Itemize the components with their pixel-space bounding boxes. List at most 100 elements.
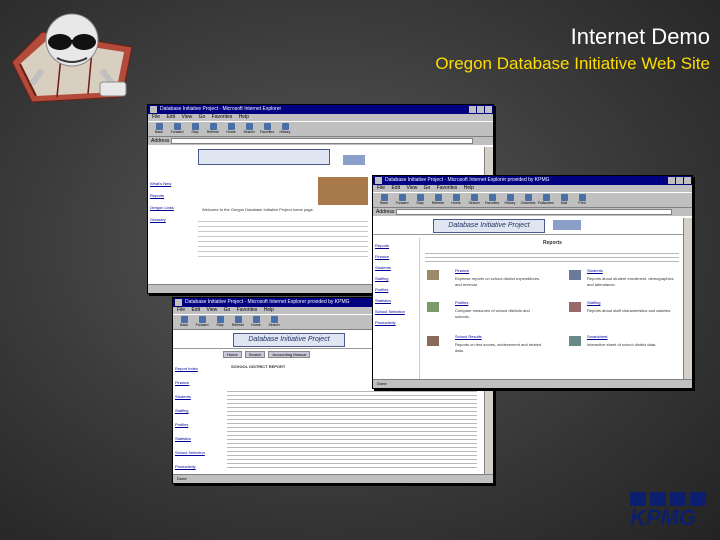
sidebar-item-students[interactable]: Students (375, 265, 417, 271)
sidebar-item-profiles[interactable]: Profiles (175, 422, 217, 428)
school-results-icon (427, 336, 439, 346)
menu-view[interactable]: View (406, 185, 417, 191)
menu-edit[interactable]: Edit (191, 307, 200, 313)
sidebar-item-statistics[interactable]: Statistics (175, 436, 217, 442)
stop-button[interactable]: Stop (413, 194, 427, 207)
sidebar-item-productivity[interactable]: Productivity (175, 464, 217, 470)
menu-view[interactable]: View (181, 114, 192, 120)
refresh-button[interactable]: Refresh (206, 123, 220, 136)
maximize-icon[interactable] (676, 177, 683, 184)
back-button[interactable]: Back (177, 316, 191, 329)
sidebar-item-reports[interactable]: Reports (375, 243, 417, 249)
menu-favorites[interactable]: Favorites (237, 307, 258, 313)
menu-help[interactable]: Help (264, 307, 274, 313)
maximize-icon[interactable] (477, 106, 484, 113)
sidebar-item-report-index[interactable]: Report Index (175, 366, 217, 372)
window-title: Database Initiative Project - Microsoft … (185, 299, 350, 305)
history-button[interactable]: History (503, 194, 517, 207)
sidebar-item-students[interactable]: Students (175, 394, 217, 400)
tile-staffing-label[interactable]: Staffing (587, 300, 601, 306)
minimize-icon[interactable] (469, 106, 476, 113)
history-button[interactable]: History (278, 123, 292, 136)
sidebar-item-productivity[interactable]: Productivity (375, 320, 417, 326)
home-button[interactable]: Home (249, 316, 263, 329)
sidebar-item-profiles[interactable]: Profiles (375, 287, 417, 293)
sidebar-item-statistics[interactable]: Statistics (375, 298, 417, 304)
sidebar-item-staffing[interactable]: Staffing (375, 276, 417, 282)
stop-button[interactable]: Stop (213, 316, 227, 329)
back-button[interactable]: Back (152, 123, 166, 136)
profiles-icon (427, 302, 439, 312)
welcome-photo (318, 177, 368, 205)
menu-view[interactable]: View (206, 307, 217, 313)
forward-icon (173, 123, 181, 130)
sidebar-item-reports[interactable]: Reports (150, 193, 186, 199)
home-button[interactable]: Home (224, 123, 238, 136)
stop-button[interactable]: Stop (188, 123, 202, 136)
page-banner (148, 147, 485, 177)
forward-button[interactable]: Forward (195, 316, 209, 329)
refresh-button[interactable]: Refresh (431, 194, 445, 207)
tile-school-results-label[interactable]: School Results (455, 334, 482, 340)
back-button[interactable]: Back (377, 194, 391, 207)
students-icon (569, 270, 581, 280)
refresh-button[interactable]: Refresh (231, 316, 245, 329)
nav-search[interactable]: Search (244, 351, 266, 358)
tile-smartsheet-label[interactable]: Smartsheet (587, 334, 607, 340)
nav-home[interactable]: Home (223, 351, 242, 358)
menu-favorites[interactable]: Favorites (212, 114, 233, 120)
sidebar-item-staffing[interactable]: Staffing (175, 408, 217, 414)
menu-edit[interactable]: Edit (166, 114, 175, 120)
fullscreen-button[interactable]: Fullscreen (538, 194, 554, 207)
favorites-button[interactable]: Favorites (260, 123, 274, 136)
forward-icon (398, 194, 406, 201)
search-button[interactable]: Search (267, 316, 281, 329)
print-button[interactable]: Print (575, 194, 589, 207)
favorites-button[interactable]: Favorites (485, 194, 499, 207)
menu-file[interactable]: File (377, 185, 385, 191)
forward-button[interactable]: Forward (170, 123, 184, 136)
forward-button[interactable]: Forward (395, 194, 409, 207)
search-button[interactable]: Search (242, 123, 256, 136)
sidebar-item-oregon-links[interactable]: Oregon Links (150, 205, 186, 211)
channels-button[interactable]: Channels (521, 194, 535, 207)
tile-students-label[interactable]: Students (587, 268, 603, 274)
menu-help[interactable]: Help (464, 185, 474, 191)
banner-graphic-icon (343, 155, 365, 165)
mascot-logo (11, 13, 133, 103)
sidebar-item-school-selection[interactable]: School Selection (375, 309, 417, 315)
close-icon[interactable] (684, 177, 691, 184)
search-icon (270, 316, 278, 323)
menu-go[interactable]: Go (224, 307, 231, 313)
window-title-bar[interactable]: Database Initiative Project - Microsoft … (148, 105, 493, 114)
close-icon[interactable] (485, 106, 492, 113)
print-icon (578, 194, 586, 201)
window-title-bar[interactable]: Database Initiative Project - Microsoft … (373, 176, 692, 185)
menu-go[interactable]: Go (424, 185, 431, 191)
menu-file[interactable]: File (177, 307, 185, 313)
menu-edit[interactable]: Edit (391, 185, 400, 191)
tile-profiles-label[interactable]: Profiles (455, 300, 468, 306)
vertical-scrollbar[interactable] (683, 218, 692, 380)
tile-finance-label[interactable]: Finance (455, 268, 469, 274)
sidebar-item-whats-new[interactable]: What's New (150, 181, 186, 187)
menu-go[interactable]: Go (199, 114, 206, 120)
sidebar: Report Index Finance Students Staffing P… (173, 358, 219, 475)
sidebar-item-glossary[interactable]: Glossary (150, 217, 186, 223)
sidebar-item-finance[interactable]: Finance (175, 380, 217, 386)
sidebar-item-school-selection[interactable]: School Selection (175, 450, 217, 456)
nav-accounting-manual[interactable]: Accounting Manual (268, 351, 311, 358)
window-title: Database Initiative Project - Microsoft … (160, 106, 282, 112)
address-field[interactable] (171, 138, 473, 144)
minimize-icon[interactable] (668, 177, 675, 184)
search-button[interactable]: Search (467, 194, 481, 207)
home-button[interactable]: Home (449, 194, 463, 207)
menu-favorites[interactable]: Favorites (437, 185, 458, 191)
menu-file[interactable]: File (152, 114, 160, 120)
search-icon (245, 123, 253, 130)
sidebar-item-finance[interactable]: Finance (375, 254, 417, 260)
menu-help[interactable]: Help (239, 114, 249, 120)
mail-button[interactable]: Mail (557, 194, 571, 207)
browser-window-2[interactable]: Database Initiative Project - Microsoft … (372, 175, 693, 389)
address-field[interactable] (396, 209, 672, 215)
